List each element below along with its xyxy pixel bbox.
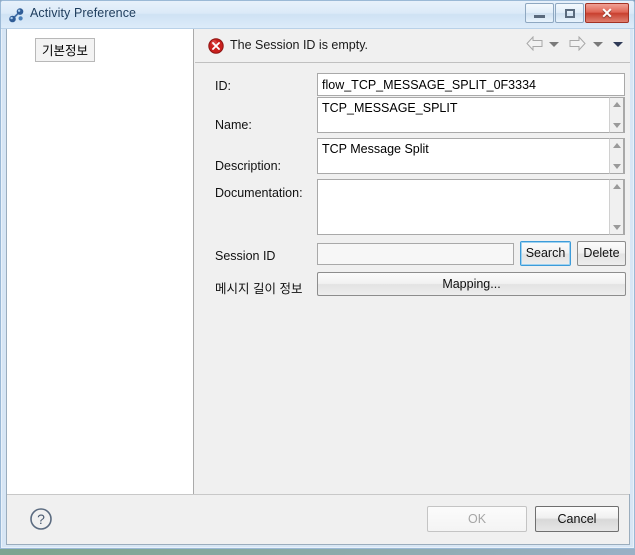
title-bar[interactable]: Activity Preference ✕ — [1, 1, 634, 29]
scroll-up-icon[interactable] — [613, 184, 621, 189]
documentation-input[interactable] — [317, 179, 625, 235]
description-label: Description: — [215, 159, 281, 173]
back-history-chevron-down-icon[interactable] — [549, 42, 559, 47]
documentation-scrollbar[interactable] — [609, 179, 624, 235]
maximize-button[interactable] — [555, 3, 584, 23]
scroll-up-icon[interactable] — [613, 143, 621, 148]
activity-nodes-icon — [9, 8, 24, 23]
id-label: ID: — [215, 79, 231, 93]
dialog-footer: ? OK Cancel — [7, 496, 629, 544]
preference-page: The Session ID is empty. ID: Name: — [195, 29, 630, 494]
mapping-button[interactable]: Mapping... — [317, 272, 626, 296]
description-scrollbar[interactable] — [609, 138, 624, 174]
name-scrollbar[interactable] — [609, 97, 624, 133]
sidebar-item-basic-info[interactable]: 기본정보 — [35, 38, 96, 62]
message-menu-chevron-down-icon[interactable] — [613, 42, 623, 47]
ok-button[interactable]: OK — [427, 506, 527, 532]
name-input[interactable] — [317, 97, 625, 133]
svg-text:?: ? — [37, 511, 45, 527]
forward-history-chevron-down-icon[interactable] — [593, 42, 603, 47]
id-input[interactable] — [317, 73, 625, 96]
dialog-window: Activity Preference ✕ 기본정보 The Session I… — [0, 0, 635, 549]
name-label: Name: — [215, 118, 252, 132]
scroll-down-icon[interactable] — [613, 225, 621, 230]
minimize-icon — [526, 4, 553, 22]
scroll-down-icon[interactable] — [613, 164, 621, 169]
window-title: Activity Preference — [30, 6, 137, 20]
cancel-button[interactable]: Cancel — [535, 506, 619, 532]
message-length-label: 메시지 길이 정보 — [215, 282, 303, 296]
back-arrow-icon[interactable] — [526, 36, 543, 51]
delete-button[interactable]: Delete — [577, 241, 626, 266]
sidebar-item-label: 기본정보 — [42, 44, 89, 58]
error-message-text: The Session ID is empty. — [230, 38, 369, 52]
restore-icon — [556, 4, 583, 22]
close-button[interactable]: ✕ — [585, 3, 629, 23]
message-bar: The Session ID is empty. — [195, 29, 630, 63]
dialog-body: 기본정보 The Session ID is empty. ID: flow_T… — [6, 29, 630, 545]
scroll-up-icon[interactable] — [613, 102, 621, 107]
help-icon[interactable]: ? — [29, 507, 53, 531]
session-id-label: Session ID — [215, 249, 276, 263]
minimize-button[interactable] — [525, 3, 554, 23]
session-id-input[interactable] — [317, 243, 514, 265]
error-icon — [208, 38, 224, 54]
description-input[interactable] — [317, 138, 625, 174]
forward-arrow-icon[interactable] — [569, 36, 586, 51]
search-button[interactable]: Search — [520, 241, 571, 266]
scroll-down-icon[interactable] — [613, 123, 621, 128]
content-area: 기본정보 The Session ID is empty. ID: flow_T… — [7, 29, 630, 495]
documentation-label: Documentation: — [215, 186, 303, 200]
preference-tree-panel: 기본정보 — [7, 29, 194, 494]
close-icon: ✕ — [601, 5, 613, 21]
